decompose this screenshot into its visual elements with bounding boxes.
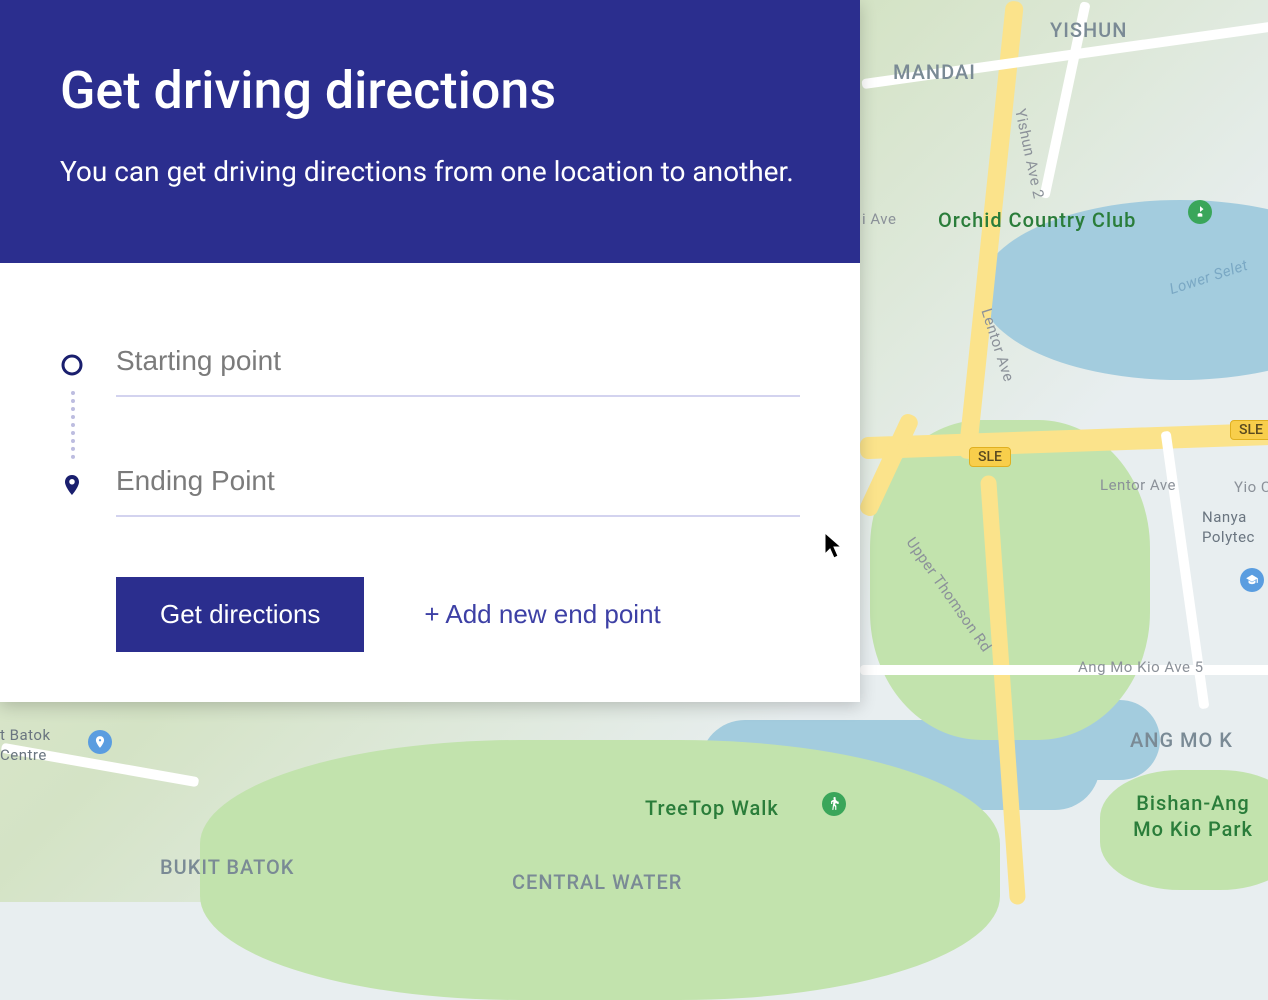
- road-label-amk-ave-5: Ang Mo Kio Ave 5: [1078, 658, 1204, 676]
- start-input[interactable]: [116, 333, 800, 397]
- panel-title: Get driving directions: [60, 60, 800, 121]
- dotted-line-icon: [71, 391, 75, 459]
- map-label-nanya: Nanya Polytec: [1202, 508, 1268, 547]
- road-label-lentor-ave-2: Lentor Ave: [1100, 476, 1176, 494]
- school-icon[interactable]: [1240, 568, 1264, 592]
- actions-row: Get directions + Add new end point: [116, 577, 800, 652]
- map-label-treetop: TreeTop Walk: [645, 796, 779, 820]
- panel-subtitle: You can get driving directions from one …: [60, 151, 800, 193]
- end-input[interactable]: [116, 453, 800, 517]
- start-row: [60, 333, 800, 397]
- panel-body: Get directions + Add new end point: [0, 263, 860, 702]
- map-label-bukit-batok: BUKIT BATOK: [160, 855, 294, 879]
- mouse-cursor-icon: [824, 532, 844, 560]
- golf-icon[interactable]: [1188, 200, 1212, 224]
- map-label-central-water: CENTRAL WATER: [512, 870, 682, 894]
- end-pin-icon: [60, 473, 84, 497]
- add-endpoint-button[interactable]: + Add new end point: [424, 599, 660, 630]
- directions-panel: Get driving directions You can get drivi…: [0, 0, 860, 702]
- road-badge-sle-2: SLE: [1230, 420, 1268, 440]
- map-label-yishun: YISHUN: [1050, 18, 1127, 42]
- map-label-bishan-park: Bishan-Ang Mo Kio Park: [1118, 790, 1268, 842]
- route-connector: [71, 397, 800, 453]
- pin-icon[interactable]: [88, 730, 112, 754]
- map-road: [860, 665, 1268, 675]
- map-label-batok-centre: t Batok Centre: [0, 726, 90, 765]
- hiking-icon[interactable]: [822, 792, 846, 816]
- road-label-i-ave: i Ave: [862, 210, 896, 228]
- map-label-ang-mo-kio: ANG MO K: [1130, 728, 1233, 752]
- panel-header: Get driving directions You can get drivi…: [0, 0, 860, 263]
- get-directions-button[interactable]: Get directions: [116, 577, 364, 652]
- map-label-orchid: Orchid Country Club: [938, 208, 1136, 232]
- end-row: [60, 453, 800, 517]
- road-label-yishun-ave-2: Yishun Ave 2: [1011, 107, 1048, 200]
- start-circle-icon: [60, 353, 84, 377]
- road-badge-sle: SLE: [969, 447, 1011, 467]
- map-label-mandai: MANDAI: [893, 60, 976, 84]
- road-label-yio: Yio C: [1234, 478, 1268, 496]
